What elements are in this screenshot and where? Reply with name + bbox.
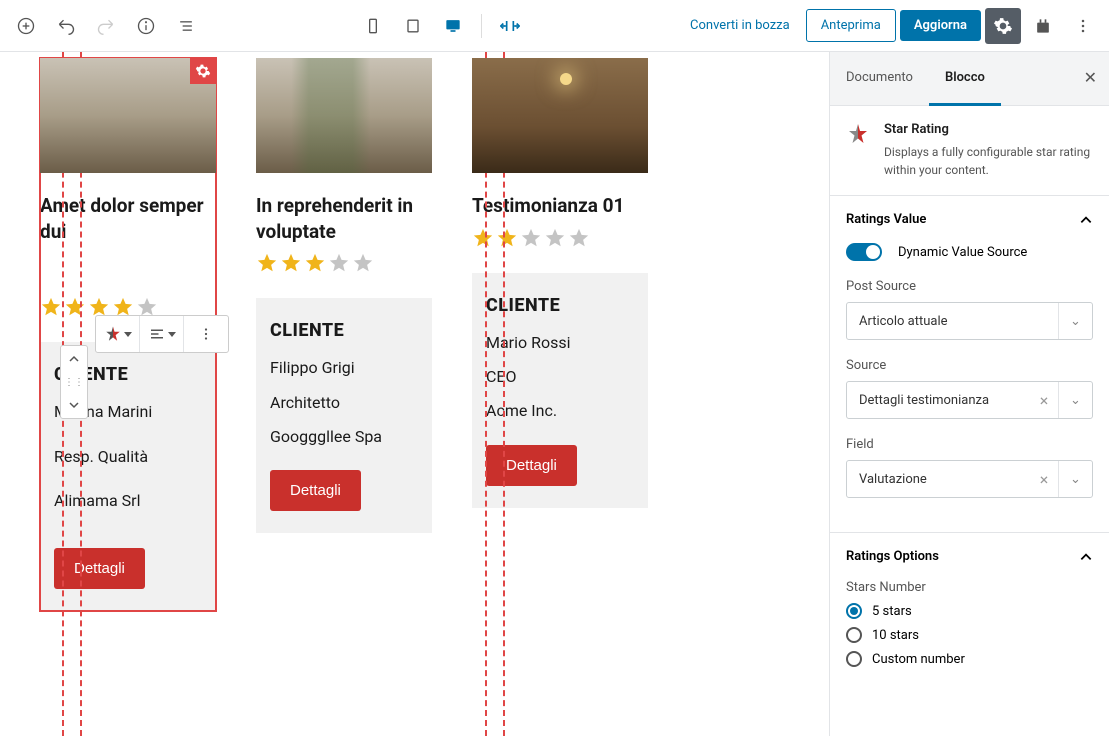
chevron-up-icon — [1079, 213, 1093, 227]
radio-10-stars[interactable]: 10 stars — [846, 627, 1093, 643]
fullwidth-icon[interactable] — [492, 8, 528, 44]
client-role: Resp. Qualità — [54, 446, 202, 468]
chevron-up-icon — [1079, 550, 1093, 564]
info-icon[interactable] — [128, 8, 164, 44]
client-box: CLIENTE Filippo Grigi Architetto Googggl… — [256, 298, 432, 533]
source-select[interactable]: Dettagli testimonianza × ⌄ — [846, 381, 1093, 419]
block-type-button[interactable] — [96, 316, 140, 352]
align-button[interactable] — [140, 316, 184, 352]
details-button[interactable]: Dettagli — [54, 548, 145, 589]
settings-sidebar: Documento Blocco ✕ Star Rating Displays … — [829, 52, 1109, 736]
redo-icon[interactable] — [88, 8, 124, 44]
block-title: Star Rating — [884, 122, 1093, 137]
panel-ratings-value: Ratings Value Dynamic Value Source Post … — [830, 195, 1109, 532]
toggle-label: Dynamic Value Source — [898, 245, 1027, 260]
details-button[interactable]: Dettagli — [486, 445, 577, 486]
card-title[interactable]: Amet dolor semper dui — [40, 193, 216, 244]
panel-head-ratings-value[interactable]: Ratings Value — [830, 196, 1109, 243]
details-button[interactable]: Dettagli — [270, 470, 361, 511]
sidebar-tabs: Documento Blocco ✕ — [830, 52, 1109, 106]
convert-draft-button[interactable]: Converti in bozza — [678, 10, 802, 41]
field-label: Field — [846, 437, 1093, 452]
client-name: Filippo Grigi — [270, 357, 418, 379]
client-role: CEO — [486, 366, 634, 388]
update-button[interactable]: Aggiorna — [900, 10, 981, 41]
divider — [481, 14, 482, 38]
star-rating-icon — [846, 122, 870, 146]
card-title[interactable]: Testimonianza 01 — [472, 193, 648, 219]
stars-number-label: Stars Number — [846, 580, 1093, 595]
testimonial-card-2[interactable]: Testimonianza 01 CLIENTE Mario Rossi CEO… — [472, 58, 648, 611]
block-description: Displays a fully configurable star ratin… — [884, 143, 1093, 179]
image-settings-icon[interactable] — [190, 58, 216, 84]
star-rating — [472, 227, 648, 249]
close-sidebar-icon[interactable]: ✕ — [1084, 68, 1097, 87]
client-company: Googggllee Spa — [270, 426, 418, 448]
testimonial-card-1[interactable]: In reprehenderit in voluptate CLIENTE Fi… — [256, 58, 432, 611]
move-up-button[interactable] — [61, 346, 87, 372]
add-block-icon[interactable] — [8, 8, 44, 44]
plugin-icon[interactable] — [1025, 8, 1061, 44]
client-label: CLIENTE — [486, 295, 634, 316]
card-image[interactable] — [472, 58, 648, 173]
chevron-down-icon: ⌄ — [1058, 303, 1092, 339]
more-icon[interactable] — [1065, 8, 1101, 44]
panel-head-ratings-options[interactable]: Ratings Options — [830, 533, 1109, 580]
clear-icon[interactable]: × — [1030, 382, 1058, 418]
preview-button[interactable]: Anteprima — [806, 9, 896, 42]
post-source-select[interactable]: Articolo attuale ⌄ — [846, 302, 1093, 340]
source-label: Source — [846, 358, 1093, 373]
client-company: Acme Inc. — [486, 400, 634, 422]
client-company: Alimama Srl — [54, 490, 202, 512]
post-source-label: Post Source — [846, 279, 1093, 294]
clear-icon[interactable]: × — [1030, 461, 1058, 497]
top-toolbar: Converti in bozza Anteprima Aggiorna — [0, 0, 1109, 52]
undo-icon[interactable] — [48, 8, 84, 44]
block-toolbar — [95, 315, 229, 353]
chevron-down-icon: ⌄ — [1058, 382, 1092, 418]
desktop-icon[interactable] — [435, 8, 471, 44]
tab-block[interactable]: Blocco — [929, 52, 1001, 106]
editor-canvas: ⋮⋮ Amet dolor semper dui — [0, 52, 829, 736]
dynamic-source-toggle[interactable] — [846, 243, 882, 261]
star-rating — [256, 252, 432, 274]
client-box: CLIENTE Mario Rossi CEO Acme Inc. Dettag… — [472, 273, 648, 508]
toolbar-center — [355, 8, 528, 44]
tablet-icon[interactable] — [355, 8, 391, 44]
outline-icon[interactable] — [168, 8, 204, 44]
client-role: Architetto — [270, 392, 418, 414]
radio-custom[interactable]: Custom number — [846, 651, 1093, 667]
panel-ratings-options: Ratings Options Stars Number 5 stars 10 … — [830, 532, 1109, 691]
field-select[interactable]: Valutazione × ⌄ — [846, 460, 1093, 498]
radio-5-stars[interactable]: 5 stars — [846, 603, 1093, 619]
drag-handle-icon[interactable]: ⋮⋮ — [61, 372, 87, 392]
settings-icon[interactable] — [985, 8, 1021, 44]
toolbar-right: Converti in bozza Anteprima Aggiorna — [678, 8, 1101, 44]
chevron-down-icon: ⌄ — [1058, 461, 1092, 497]
card-image[interactable] — [256, 58, 432, 173]
mobile-icon[interactable] — [395, 8, 431, 44]
card-image[interactable] — [40, 58, 216, 173]
block-mover: ⋮⋮ — [60, 345, 88, 419]
client-label: CLIENTE — [270, 320, 418, 341]
client-name: Mario Rossi — [486, 332, 634, 354]
block-header: Star Rating Displays a fully configurabl… — [830, 106, 1109, 195]
toolbar-left — [8, 8, 204, 44]
tab-document[interactable]: Documento — [830, 52, 929, 105]
block-more-button[interactable] — [184, 316, 228, 352]
card-title[interactable]: In reprehenderit in voluptate — [256, 193, 432, 244]
move-down-button[interactable] — [61, 392, 87, 418]
